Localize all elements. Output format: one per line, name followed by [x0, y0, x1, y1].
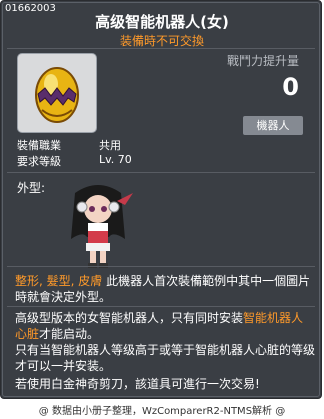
job-requirement-label: 裝備職業: [17, 139, 61, 152]
trade-restriction: 装備時不可交換: [119, 34, 204, 48]
divider: [7, 266, 315, 267]
item-description-level: 只有当智能机器人等级高于或等于智能机器人心脏的等级才可以一并安装。: [15, 343, 316, 373]
item-tooltip: 01662003 高级智能机器人(女) 装備時不可交換 戰鬥力提升量 0 機器人…: [0, 0, 322, 399]
scissors-trade-note: 若使用白金神奇剪刀，該道具可進行一次交易!: [15, 377, 260, 391]
item-title: 高级智能机器人(女): [95, 13, 229, 31]
appearance-label: 外型:: [17, 181, 46, 195]
appearance-notice: 整形, 髮型, 皮膚 此機器人首次裝備範例中其中一個圖片時就會決定外型。: [15, 273, 315, 305]
appearance-notice-highlight: 整形, 髮型, 皮膚: [15, 274, 103, 288]
description-text: 高级型版本的女智能机器人，只有同时安装: [15, 311, 244, 325]
job-requirement-value: 共用: [99, 139, 121, 152]
item-description: 高级型版本的女智能机器人，只有同时安装智能机器人心脏才能启动。: [15, 310, 315, 342]
divider: [7, 172, 315, 173]
divider: [7, 306, 315, 307]
android-character-image: [53, 179, 143, 271]
power-increase-label: 戰鬥力提升量: [226, 54, 299, 68]
level-requirement-label: 要求等級: [17, 155, 61, 168]
item-icon-frame: [17, 53, 97, 133]
description-text: 才能启动。: [39, 327, 100, 341]
level-requirement-value: Lv. 70: [99, 153, 132, 166]
golden-egg-icon: [35, 67, 79, 123]
footer-credit: @ 数据由小册子整理，WzComparerR2-NTMS解析 @: [38, 406, 286, 417]
power-increase-value: 0: [282, 73, 299, 101]
divider: [7, 48, 315, 49]
category-badge: 機器人: [243, 116, 303, 135]
